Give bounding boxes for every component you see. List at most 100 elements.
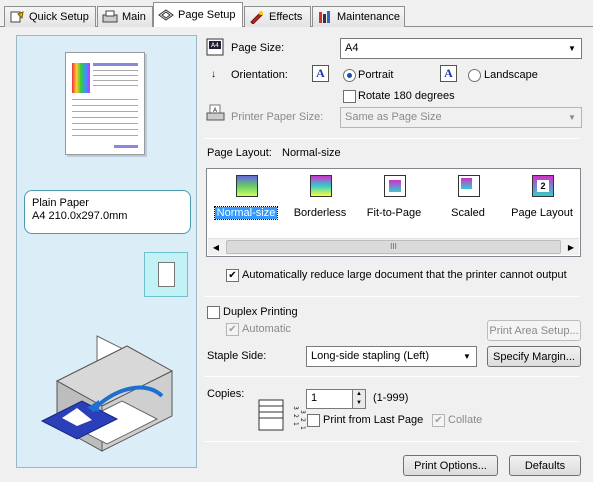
copies-label: Copies: bbox=[207, 388, 245, 400]
rotate-180-checkbox[interactable] bbox=[343, 90, 356, 103]
scroll-thumb[interactable]: III bbox=[226, 240, 561, 254]
page-layout-current: Normal-size bbox=[282, 147, 341, 159]
specify-margin-button[interactable]: Specify Margin... bbox=[487, 346, 581, 367]
copies-stack-icon: 3 2 1 3 2 1 bbox=[258, 399, 306, 431]
normal-size-icon bbox=[236, 175, 258, 197]
svg-text:A4: A4 bbox=[211, 42, 219, 49]
printer-paper-size-label: Printer Paper Size: bbox=[231, 111, 324, 123]
printer-paper-size-select[interactable]: Same as Page Size ▼ bbox=[340, 107, 582, 128]
spin-down-icon[interactable]: ▼ bbox=[353, 399, 365, 408]
paper-type-text: Plain Paper bbox=[32, 197, 89, 209]
orientation-label: Orientation: bbox=[231, 69, 288, 81]
svg-text:3: 3 bbox=[299, 410, 306, 414]
portrait-page-icon bbox=[158, 262, 175, 287]
arrow-down-icon: ↓ bbox=[211, 69, 216, 80]
auto-reduce-checkbox[interactable]: ✔ bbox=[226, 269, 239, 282]
landscape-icon: A bbox=[440, 65, 457, 82]
defaults-button[interactable]: Defaults bbox=[509, 455, 581, 476]
layout-item-normal-size[interactable]: Normal-size bbox=[210, 175, 282, 225]
maintenance-icon bbox=[319, 11, 330, 23]
layout-item-label: Page Layout bbox=[511, 207, 573, 219]
landscape-label: Landscape bbox=[484, 69, 538, 81]
layout-item-label: Scaled bbox=[451, 207, 485, 219]
chevron-down-icon: ▼ bbox=[568, 44, 576, 53]
layout-item-label: Fit-to-Page bbox=[366, 207, 422, 219]
page-size-value: A4 bbox=[345, 42, 359, 54]
tab-label: Maintenance bbox=[337, 11, 400, 23]
copies-spinner[interactable]: ▲ ▼ bbox=[352, 389, 366, 409]
svg-text:1: 1 bbox=[299, 426, 306, 430]
quick-setup-icon bbox=[10, 11, 24, 23]
horizontal-scrollbar[interactable]: ◀ III ▶ bbox=[208, 238, 579, 255]
tab-bar: Quick Setup Main Page Setup Effects Main… bbox=[0, 0, 593, 27]
collate-label: Collate bbox=[448, 414, 483, 426]
scaled-icon bbox=[458, 175, 480, 197]
page-size-select[interactable]: A4 ▼ bbox=[340, 38, 582, 59]
portrait-icon: A bbox=[312, 65, 329, 82]
preview-panel: Plain Paper A4 210.0x297.0mm bbox=[16, 35, 197, 468]
staple-side-select[interactable]: Long-side stapling (Left) ▼ bbox=[306, 346, 477, 367]
layout-item-label: Normal-size bbox=[213, 206, 279, 220]
printer-paper-size-value: Same as Page Size bbox=[345, 111, 442, 123]
rotate-180-label: Rotate 180 degrees bbox=[358, 90, 455, 102]
borderless-icon bbox=[310, 175, 332, 197]
portrait-radio[interactable] bbox=[343, 69, 356, 82]
print-from-last-page-checkbox[interactable] bbox=[307, 414, 320, 427]
tab-label: Page Setup bbox=[178, 9, 236, 21]
tab-label: Main bbox=[122, 11, 146, 23]
preview-image bbox=[72, 63, 90, 93]
effects-icon bbox=[250, 11, 263, 24]
staple-side-label: Staple Side: bbox=[207, 350, 267, 362]
page-setup-icon bbox=[158, 9, 174, 21]
tab-quick-setup[interactable]: Quick Setup bbox=[4, 6, 96, 27]
print-options-button[interactable]: Print Options... bbox=[403, 455, 498, 476]
duplex-printing-checkbox[interactable] bbox=[207, 306, 220, 319]
collate-checkbox[interactable]: ✔ bbox=[432, 414, 445, 427]
divider bbox=[204, 376, 579, 377]
paper-size-text: A4 210.0x297.0mm bbox=[32, 210, 128, 222]
svg-text:2: 2 bbox=[292, 414, 299, 418]
layout-item-borderless[interactable]: Borderless bbox=[284, 175, 356, 225]
divider bbox=[204, 441, 579, 442]
orientation-preview bbox=[144, 252, 188, 297]
svg-text:3: 3 bbox=[292, 406, 299, 410]
svg-text:1: 1 bbox=[292, 422, 299, 426]
staple-side-value: Long-side stapling (Left) bbox=[311, 350, 430, 362]
page-layout-icon: 2 bbox=[532, 175, 554, 197]
chevron-down-icon: ▼ bbox=[463, 352, 471, 361]
main-icon bbox=[102, 10, 118, 23]
printer-paper-size-icon: A bbox=[206, 104, 225, 121]
tab-page-setup[interactable]: Page Setup bbox=[153, 2, 243, 27]
layout-item-scaled[interactable]: Scaled bbox=[432, 175, 504, 225]
tab-maintenance[interactable]: Maintenance bbox=[312, 6, 405, 27]
automatic-label: Automatic bbox=[242, 323, 291, 335]
scroll-left-icon[interactable]: ◀ bbox=[208, 239, 224, 255]
print-area-setup-button[interactable]: Print Area Setup... bbox=[487, 320, 581, 341]
printer-illustration-icon bbox=[40, 335, 174, 452]
copies-input[interactable]: 1 bbox=[306, 389, 353, 409]
auto-reduce-label: Automatically reduce large document that… bbox=[242, 269, 567, 281]
tab-label: Effects bbox=[269, 11, 303, 23]
page-layout-label: Page Layout: bbox=[207, 147, 272, 159]
tab-label: Quick Setup bbox=[29, 11, 89, 23]
page-size-label: Page Size: bbox=[231, 42, 285, 54]
chevron-down-icon: ▼ bbox=[568, 113, 576, 122]
spin-up-icon[interactable]: ▲ bbox=[353, 390, 365, 399]
svg-text:2: 2 bbox=[299, 418, 306, 422]
tab-effects[interactable]: Effects bbox=[244, 6, 311, 27]
layout-item-page-layout[interactable]: 2 Page Layout bbox=[506, 175, 578, 225]
portrait-label: Portrait bbox=[358, 69, 394, 81]
layout-item-fit-to-page[interactable]: Fit-to-Page bbox=[358, 175, 430, 225]
fit-to-page-icon bbox=[384, 175, 406, 197]
page-size-icon: A4 bbox=[206, 38, 224, 56]
tab-main[interactable]: Main bbox=[97, 6, 153, 27]
landscape-radio[interactable] bbox=[468, 69, 481, 82]
layout-item-label: Borderless bbox=[293, 207, 347, 219]
automatic-checkbox[interactable]: ✔ bbox=[226, 323, 239, 336]
copies-range: (1-999) bbox=[373, 392, 409, 404]
paper-info-box: Plain Paper A4 210.0x297.0mm bbox=[24, 190, 191, 234]
divider bbox=[204, 138, 579, 139]
scroll-right-icon[interactable]: ▶ bbox=[563, 239, 579, 255]
page-layout-list[interactable]: Normal-size Borderless Fit-to-Page Scale… bbox=[206, 168, 581, 257]
copies-value: 1 bbox=[311, 392, 318, 404]
